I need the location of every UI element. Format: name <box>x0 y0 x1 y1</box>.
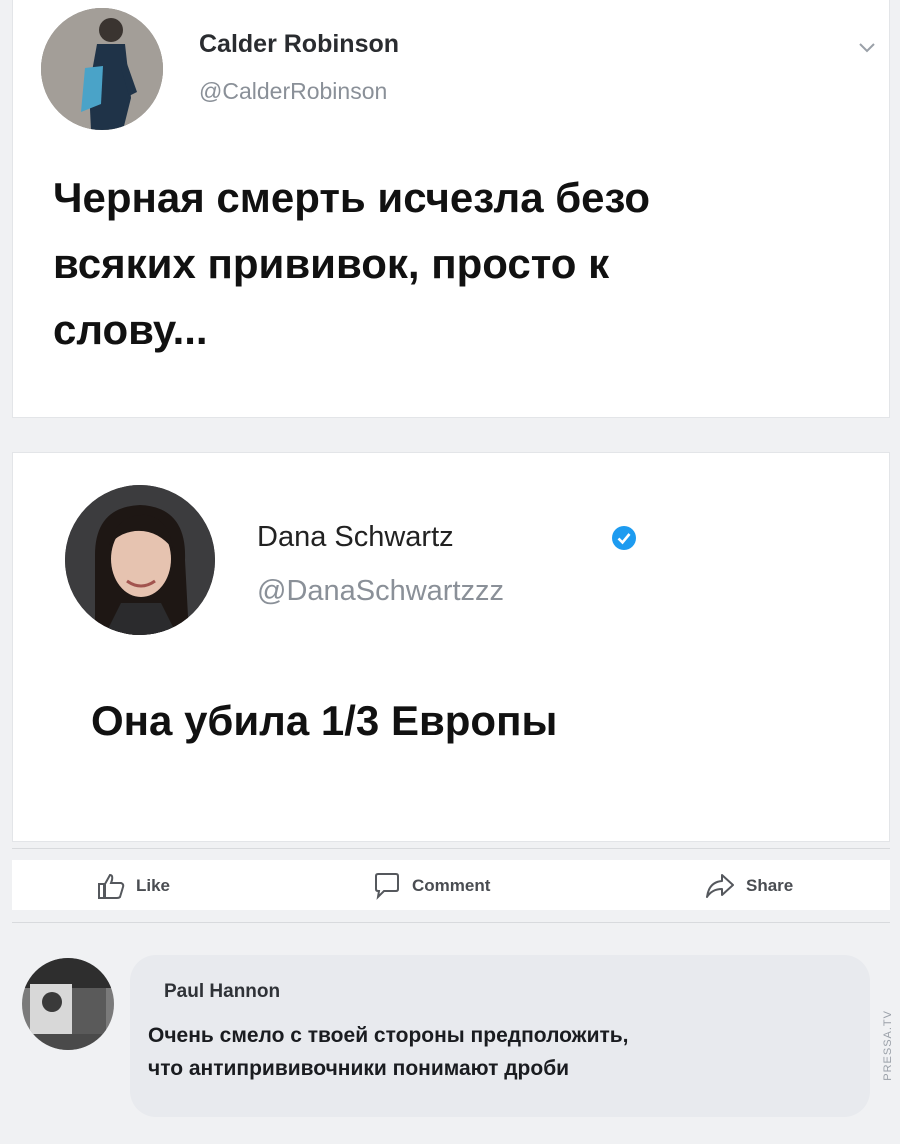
action-divider-bottom <box>12 922 890 923</box>
paul-avatar[interactable] <box>22 958 114 1050</box>
calder-handle[interactable]: @CalderRobinson <box>199 78 387 105</box>
share-label: Share <box>746 876 794 895</box>
calder-tweet-line-3: слову... <box>53 306 208 353</box>
comment-label: Comment <box>412 876 491 895</box>
comment-bubble: Paul Hannon Очень смело с твоей стороны … <box>130 955 870 1117</box>
tweet-card-dana: Dana Schwartz @DanaSchwartzzz Она убила … <box>12 452 890 842</box>
verified-badge-icon <box>612 526 636 550</box>
like-label: Like <box>136 876 171 895</box>
action-bar: Like Comment Share <box>12 860 890 910</box>
calder-avatar-image <box>41 8 163 130</box>
calder-name[interactable]: Calder Robinson <box>199 30 399 59</box>
share-arrow-icon <box>706 874 734 898</box>
calder-avatar[interactable] <box>41 8 163 130</box>
thumbs-up-icon <box>98 873 125 899</box>
comment-bubble-icon <box>375 873 399 900</box>
action-divider-top <box>12 848 890 849</box>
like-button[interactable]: Like <box>96 872 170 900</box>
comment-text-line-2: что антипрививочники понимают дроби <box>148 1057 570 1080</box>
tweet-card-calder: Calder Robinson @CalderRobinson Черная с… <box>12 0 890 418</box>
dana-tweet-text: Она убила 1/3 Европы <box>91 697 558 744</box>
comment-button[interactable]: Comment <box>372 872 490 900</box>
dana-handle[interactable]: @DanaSchwartzzz <box>257 575 504 608</box>
chevron-down-icon[interactable] <box>858 42 876 54</box>
comment-author[interactable]: Paul Hannon <box>164 981 280 1003</box>
calder-tweet-line-1: Черная смерть исчезла безо <box>53 174 651 221</box>
dana-name[interactable]: Dana Schwartz <box>257 521 454 554</box>
share-button[interactable]: Share <box>704 872 793 900</box>
comment-text-line-1: Очень смело с твоей стороны предположить… <box>148 1024 629 1047</box>
dana-avatar[interactable] <box>65 485 215 635</box>
paul-avatar-image <box>22 958 114 1050</box>
watermark: PRESSA.TV <box>882 1010 894 1081</box>
calder-tweet-line-2: всяких прививок, просто к <box>53 240 610 287</box>
dana-avatar-image <box>65 485 215 635</box>
